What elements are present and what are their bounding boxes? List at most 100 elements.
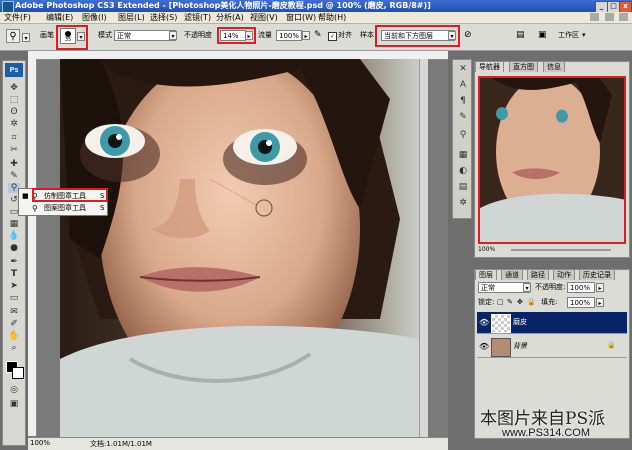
zoom-tool-icon[interactable]: ⌕ <box>8 343 20 353</box>
tab-layers[interactable]: 图层 <box>475 269 497 280</box>
magic-wand-tool-icon[interactable]: ✲ <box>8 119 20 129</box>
menu-image[interactable]: 图像(I) <box>82 12 107 23</box>
navigator-preview-image <box>480 78 624 242</box>
navigator-thumbnail[interactable] <box>478 76 626 244</box>
clone-source-panel-icon[interactable]: ⚲ <box>457 130 469 140</box>
watermark-line1: 本图片来自PS派 <box>480 409 606 429</box>
menu-edit[interactable]: 编辑(E) <box>46 12 73 23</box>
brush-tool-icon[interactable]: ✎ <box>8 171 20 181</box>
slice-tool-icon[interactable]: ✂ <box>8 145 20 155</box>
character-panel-icon[interactable]: A <box>457 80 469 90</box>
move-tool-icon[interactable]: ✥ <box>8 83 20 93</box>
layer-row-background[interactable]: 👁 背景 🔒 <box>477 336 627 358</box>
palette-well-icon[interactable]: ▤ <box>516 30 525 40</box>
brushes-panel-icon[interactable]: ✎ <box>457 112 469 122</box>
marquee-tool-icon[interactable]: ⬚ <box>8 95 20 105</box>
tab-history[interactable]: 历史记录 <box>579 269 615 280</box>
selected-bullet-icon: ■ <box>22 192 29 200</box>
lock-position-icon[interactable]: ✥ <box>517 298 523 306</box>
restore-icon[interactable] <box>590 13 599 21</box>
flyout-item-pattern-stamp[interactable]: ⚲ 图案图章工具 S <box>20 203 106 214</box>
screen-mode-icon[interactable]: ▣ <box>8 399 20 409</box>
menu-view[interactable]: 视图(V) <box>250 12 278 23</box>
tab-actions[interactable]: 动作 <box>553 269 575 280</box>
lock-label: 锁定: <box>478 298 495 306</box>
fill-arrow[interactable]: ▸ <box>596 298 604 307</box>
lock-image-icon[interactable]: ✎ <box>507 298 513 306</box>
blur-tool-icon[interactable]: 💧 <box>8 231 20 241</box>
ignore-adjustment-layers-icon[interactable]: ⊘ <box>464 30 472 40</box>
background-color-swatch[interactable] <box>12 367 24 379</box>
zoom-level[interactable]: 100% <box>30 439 50 447</box>
menu-filter[interactable]: 滤镜(T) <box>184 12 211 23</box>
path-selection-tool-icon[interactable]: ➤ <box>8 281 20 291</box>
lock-transparent-icon[interactable]: ▢ <box>497 298 504 306</box>
tab-info[interactable]: 信息 <box>543 61 565 72</box>
navigator-panel: 导航器 直方图 信息 100% <box>474 61 630 258</box>
status-bar: 100% 文档:1.01M/1.01M <box>28 437 448 450</box>
healing-brush-tool-icon[interactable]: ✚ <box>8 159 20 169</box>
styles-panel-icon[interactable]: ◐ <box>457 166 469 176</box>
eyedropper-tool-icon[interactable]: ✐ <box>8 319 20 329</box>
workspace-chevron-icon[interactable]: ▾ <box>582 31 586 39</box>
paragraph-panel-icon[interactable]: ¶ <box>457 96 469 106</box>
quick-mask-icon[interactable]: ◎ <box>8 385 20 395</box>
flow-label: 流量 <box>258 31 272 39</box>
menu-layer[interactable]: 图层(L) <box>118 12 145 23</box>
menu-help[interactable]: 帮助(H) <box>318 12 346 23</box>
flow-slider-arrow[interactable]: ▸ <box>302 31 310 40</box>
layer-comps-panel-icon[interactable]: ▤ <box>457 182 469 192</box>
tab-channels[interactable]: 通道 <box>501 269 523 280</box>
minimize-doc-icon[interactable] <box>605 13 614 21</box>
layer-opacity-input[interactable]: 100% <box>567 282 595 293</box>
menu-select[interactable]: 选择(S) <box>150 12 177 23</box>
crop-tool-icon[interactable]: ⌗ <box>8 133 20 143</box>
mode-select[interactable]: 正常 <box>114 30 176 41</box>
visibility-eye-icon[interactable]: 👁 <box>479 342 489 351</box>
menu-window[interactable]: 窗口(W) <box>286 12 316 23</box>
align-checkbox[interactable]: ✓ <box>328 32 337 41</box>
gradient-tool-icon[interactable]: ▦ <box>8 219 20 229</box>
menu-analysis[interactable]: 分析(A) <box>216 12 244 23</box>
adjustments-panel-icon[interactable]: ✲ <box>457 198 469 208</box>
stamp-tool-preset-icon[interactable]: ⚲ <box>6 29 20 43</box>
visibility-eye-icon[interactable]: 👁 <box>479 318 489 327</box>
navigator-zoom-slider[interactable] <box>511 249 611 251</box>
layer-opacity-arrow[interactable]: ▸ <box>596 283 604 292</box>
swatches-panel-icon[interactable]: ▦ <box>457 150 469 160</box>
lasso-tool-icon[interactable]: ʘ <box>8 107 20 117</box>
bridge-icon[interactable]: ▣ <box>538 30 547 40</box>
flyout-label-pattern-stamp: 图案图章工具 <box>44 204 86 212</box>
tab-paths[interactable]: 路径 <box>527 269 549 280</box>
menu-file[interactable]: 文件(F) <box>4 12 31 23</box>
layer-lock-icon: 🔒 <box>607 341 616 349</box>
tab-histogram[interactable]: 直方图 <box>509 61 538 72</box>
layer-thumbnail-transparent <box>491 314 511 333</box>
type-tool-icon[interactable]: T <box>8 269 20 279</box>
vertical-scrollbar[interactable] <box>419 59 428 437</box>
mode-dropdown-icon[interactable]: ▾ <box>169 31 177 40</box>
dodge-tool-icon[interactable]: ● <box>8 243 20 253</box>
workspace-menu[interactable]: 工作区 <box>558 30 579 41</box>
blend-mode-dropdown-icon[interactable]: ▾ <box>523 283 531 292</box>
canvas-photo[interactable] <box>60 59 420 437</box>
tool-presets-panel-icon[interactable]: ✕ <box>457 64 469 74</box>
tab-navigator[interactable]: 导航器 <box>475 61 504 72</box>
close-doc-icon[interactable] <box>619 13 628 21</box>
layer-row-mopi[interactable]: 👁 磨皮 <box>477 312 627 334</box>
fill-input[interactable]: 100% <box>567 297 595 308</box>
navigator-zoom[interactable]: 100% <box>478 246 495 253</box>
notes-tool-icon[interactable]: ✉ <box>8 307 20 317</box>
palette-icon-strip: ✕ A ¶ ✎ ⚲ ▦ ◐ ▤ ✲ <box>452 59 472 219</box>
tool-preset-dropdown[interactable]: ▾ <box>22 33 30 42</box>
airbrush-icon[interactable]: ✎ <box>314 30 322 40</box>
layer-opacity-label: 不透明度: <box>535 283 566 291</box>
lock-all-icon[interactable]: 🔒 <box>527 298 536 306</box>
flow-input[interactable]: 100% <box>276 30 302 41</box>
menu-bar: 文件(F) 编辑(E) 图像(I) 图层(L) 选择(S) 滤镜(T) 分析(A… <box>0 12 632 24</box>
flyout-shortcut-pattern-stamp: S <box>100 204 105 212</box>
pen-tool-icon[interactable]: ✒ <box>8 257 20 267</box>
shape-tool-icon[interactable]: ▭ <box>8 293 20 303</box>
hand-tool-icon[interactable]: ✋ <box>8 331 20 341</box>
flyout-highlight-box <box>32 188 108 202</box>
